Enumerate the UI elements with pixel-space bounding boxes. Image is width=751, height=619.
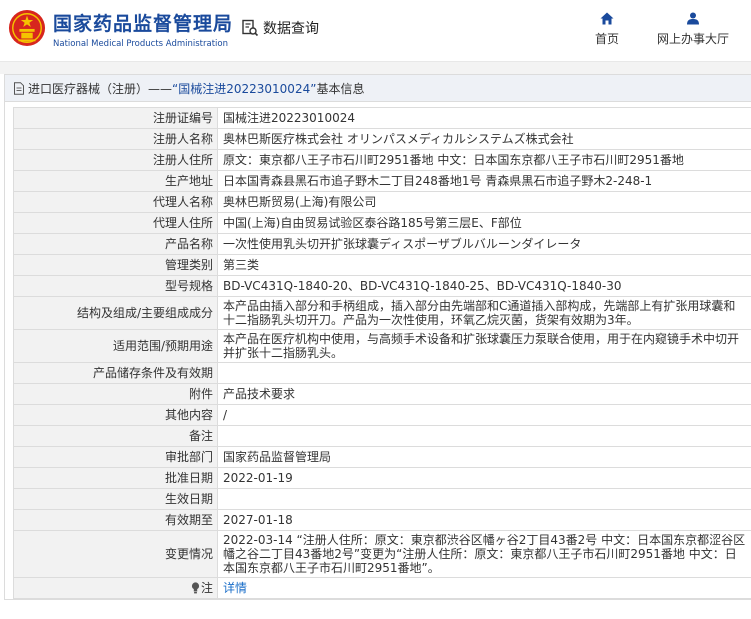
field-value: 2022-03-14 “注册人住所：原文：東京都渋谷区幡ヶ谷2丁目43番2号 中… [217,530,751,578]
lightbulb-icon [191,582,200,594]
note-label: 注 [200,581,213,595]
site-brand[interactable]: 国家药品监督管理局 National Medical Products Admi… [53,9,233,49]
detail-panel: 进口医疗器械（注册）—— “国械注进20223010024” 基本信息 注册证编… [4,74,751,600]
table-row: 型号规格 BD-VC431Q-1840-20、BD-VC431Q-1840-25、… [13,275,751,297]
table-row: 有效期至 2027-01-18 [13,509,751,531]
field-value: BD-VC431Q-1840-20、BD-VC431Q-1840-25、BD-V… [217,275,751,297]
field-value [217,362,751,384]
field-label: 生产地址 [13,170,218,192]
table-row-note: 注 详情 [13,577,751,599]
field-label: 型号规格 [13,275,218,297]
document-icon [14,81,24,95]
field-label: 附件 [13,383,218,405]
field-value: 原文：東京都八王子市石川町2951番地 中文：日本国东京都八王子市石川町2951… [217,149,751,171]
field-label: 产品储存条件及有效期 [13,362,218,384]
home-icon [600,12,614,25]
field-label: 其他内容 [13,404,218,426]
field-label: 代理人住所 [13,212,218,234]
field-value [217,488,751,510]
national-emblem-logo[interactable] [8,9,46,47]
field-label: 生效日期 [13,488,218,510]
field-value: 2027-01-18 [217,509,751,531]
field-value: 奥林巴斯贸易(上海)有限公司 [217,191,751,213]
nav-home[interactable]: 首页 [595,12,619,47]
table-row: 其他内容 / [13,404,751,426]
field-value: 国械注进20223010024 [217,107,751,129]
site-header: 国家药品监督管理局 National Medical Products Admi… [0,0,751,62]
data-query-label: 数据查询 [263,21,319,37]
field-value: 奥林巴斯医疗株式会社 オリンパスメディカルシステムズ株式会社 [217,128,751,150]
table-row: 适用范围/预期用途 本产品在医疗机构中使用，与高频手术设备和扩张球囊压力泵联合使用… [13,329,751,363]
table-row: 产品储存条件及有效期 [13,362,751,384]
breadcrumb: 进口医疗器械（注册）—— “国械注进20223010024” 基本信息 [5,75,751,102]
data-query-link[interactable]: 数据查询 [241,18,319,38]
field-label: 注册人住所 [13,149,218,171]
table-row: 注册人名称 奥林巴斯医疗株式会社 オリンパスメディカルシステムズ株式会社 [13,128,751,150]
table-row: 代理人住所 中国(上海)自由贸易试验区泰谷路185号第三层E、F部位 [13,212,751,234]
nav-online-hall[interactable]: 网上办事大厅 [657,12,729,47]
registration-info-table: 注册证编号 国械注进20223010024 注册人名称 奥林巴斯医疗株式会社 オリン… [13,107,751,599]
field-label: 注册人名称 [13,128,218,150]
table-row: 结构及组成/主要组成成分 本产品由插入部分和手柄组成，插入部分由先端部和C通道插入… [13,296,751,330]
note-value-cell: 详情 [217,577,751,599]
table-row: 备注 [13,425,751,447]
note-label-cell: 注 [13,577,218,599]
table-row: 生效日期 [13,488,751,510]
field-label: 备注 [13,425,218,447]
field-label: 管理类别 [13,254,218,276]
user-icon [686,12,699,25]
table-row: 代理人名称 奥林巴斯贸易(上海)有限公司 [13,191,751,213]
field-value: 本产品由插入部分和手柄组成，插入部分由先端部和C通道插入部构成，先端部上有扩张用… [217,296,751,330]
field-value [217,425,751,447]
field-label: 批准日期 [13,467,218,489]
site-name-cn: 国家药品监督管理局 [53,13,234,35]
field-value: 产品技术要求 [217,383,751,405]
nav-online-hall-label: 网上办事大厅 [656,32,729,46]
table-row: 批准日期 2022-01-19 [13,467,751,489]
field-label: 注册证编号 [13,107,218,129]
field-value: 中国(上海)自由贸易试验区泰谷路185号第三层E、F部位 [217,212,751,234]
table-row: 审批部门 国家药品监督管理局 [13,446,751,468]
search-document-icon [242,19,259,37]
field-value: 国家药品监督管理局 [217,446,751,468]
field-label: 代理人名称 [13,191,218,213]
field-label: 变更情况 [13,530,218,578]
field-label: 结构及组成/主要组成成分 [13,296,218,330]
field-value: / [217,404,751,426]
breadcrumb-prefix: 进口医疗器械（注册）—— [28,81,173,96]
field-value: 本产品在医疗机构中使用，与高频手术设备和扩张球囊压力泵联合使用，用于在内窥镜手术… [217,329,751,363]
table-row: 产品名称 一次性使用乳头切开扩张球囊ディスポーザブルバルーンダイレータ [13,233,751,255]
breadcrumb-suffix: 基本信息 [316,81,365,96]
site-name-en: National Medical Products Administration [53,39,228,49]
table-row: 生产地址 日本国青森县黑石市追子野木二丁目248番地1号 青森県黒石市追子野木2-… [13,170,751,192]
header-spacer [0,62,751,74]
field-value: 2022-01-19 [217,467,751,489]
breadcrumb-reg-no: “国械注进20223010024” [172,81,317,96]
field-label: 审批部门 [13,446,218,468]
field-value: 日本国青森县黑石市追子野木二丁目248番地1号 青森県黒石市追子野木2-248-… [217,170,751,192]
nav-home-label: 首页 [594,32,619,46]
table-row: 注册人住所 原文：東京都八王子市石川町2951番地 中文：日本国东京都八王子市石川… [13,149,751,171]
table-row: 管理类别 第三类 [13,254,751,276]
table-row: 注册证编号 国械注进20223010024 [13,107,751,129]
details-link[interactable]: 详情 [223,581,247,595]
table-row: 附件 产品技术要求 [13,383,751,405]
field-label: 有效期至 [13,509,218,531]
table-row: 变更情况 2022-03-14 “注册人住所：原文：東京都渋谷区幡ヶ谷2丁目43番… [13,530,751,578]
field-label: 产品名称 [13,233,218,255]
field-label: 适用范围/预期用途 [13,329,218,363]
field-value: 第三类 [217,254,751,276]
top-nav: 首页 网上办事大厅 [557,12,729,47]
field-value: 一次性使用乳头切开扩张球囊ディスポーザブルバルーンダイレータ [217,233,751,255]
